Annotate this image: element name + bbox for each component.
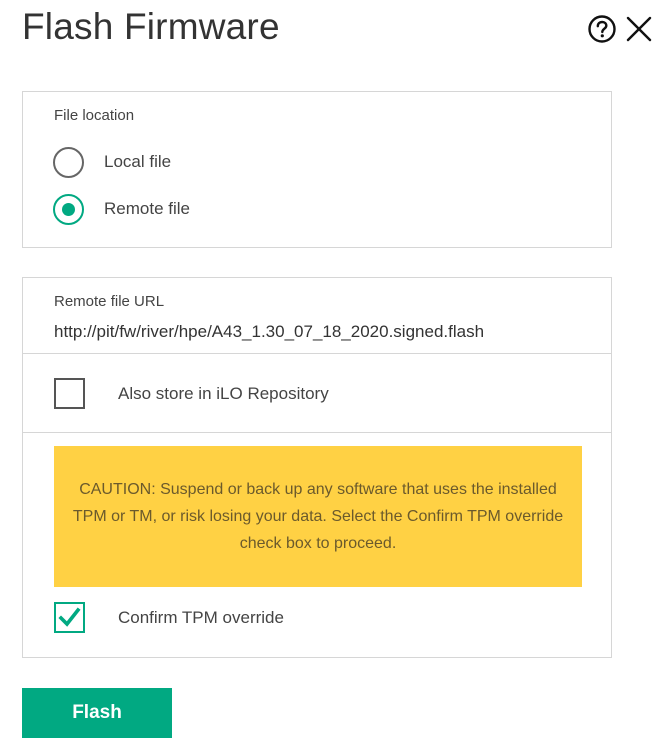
- store-in-repository-option[interactable]: Also store in iLO Repository: [54, 378, 329, 409]
- remote-file-panel: Remote file URL http://pit/fw/river/hpe/…: [22, 277, 612, 658]
- local-file-radio[interactable]: [53, 146, 84, 178]
- local-file-label: Local file: [104, 152, 172, 171]
- radio-local-file[interactable]: Local file: [53, 145, 171, 179]
- file-location-label: File location: [54, 107, 135, 124]
- dialog-title: Flash Firmware: [22, 6, 280, 47]
- remote-url-label: Remote file URL: [54, 293, 165, 310]
- question-circle-icon: [588, 15, 616, 43]
- confirm-tpm-override-checkbox[interactable]: [54, 602, 85, 633]
- remote-url-value[interactable]: http://pit/fw/river/hpe/A43_1.30_07_18_2…: [54, 322, 484, 342]
- flash-firmware-dialog: Flash Firmware File location Local file …: [0, 0, 657, 743]
- help-icon[interactable]: [587, 14, 617, 44]
- remote-file-label: Remote file: [104, 199, 190, 218]
- radio-remote-file[interactable]: Remote file: [53, 192, 190, 226]
- remote-file-radio[interactable]: [53, 193, 84, 225]
- caution-banner: CAUTION: Suspend or back up any software…: [54, 446, 582, 587]
- store-in-repository-checkbox[interactable]: [54, 378, 85, 409]
- divider: [23, 353, 611, 354]
- close-icon[interactable]: [624, 14, 654, 44]
- flash-button[interactable]: Flash: [22, 688, 172, 738]
- close-x-icon: [626, 16, 652, 42]
- file-location-panel: File location Local file Remote file: [22, 91, 612, 248]
- checkmark-icon: [58, 607, 81, 627]
- caution-text: CAUTION: Suspend or back up any software…: [72, 481, 564, 552]
- confirm-tpm-override-label: Confirm TPM override: [118, 607, 284, 627]
- divider: [23, 432, 611, 433]
- store-in-repository-label: Also store in iLO Repository: [118, 383, 329, 403]
- confirm-tpm-override-option[interactable]: Confirm TPM override: [54, 602, 284, 633]
